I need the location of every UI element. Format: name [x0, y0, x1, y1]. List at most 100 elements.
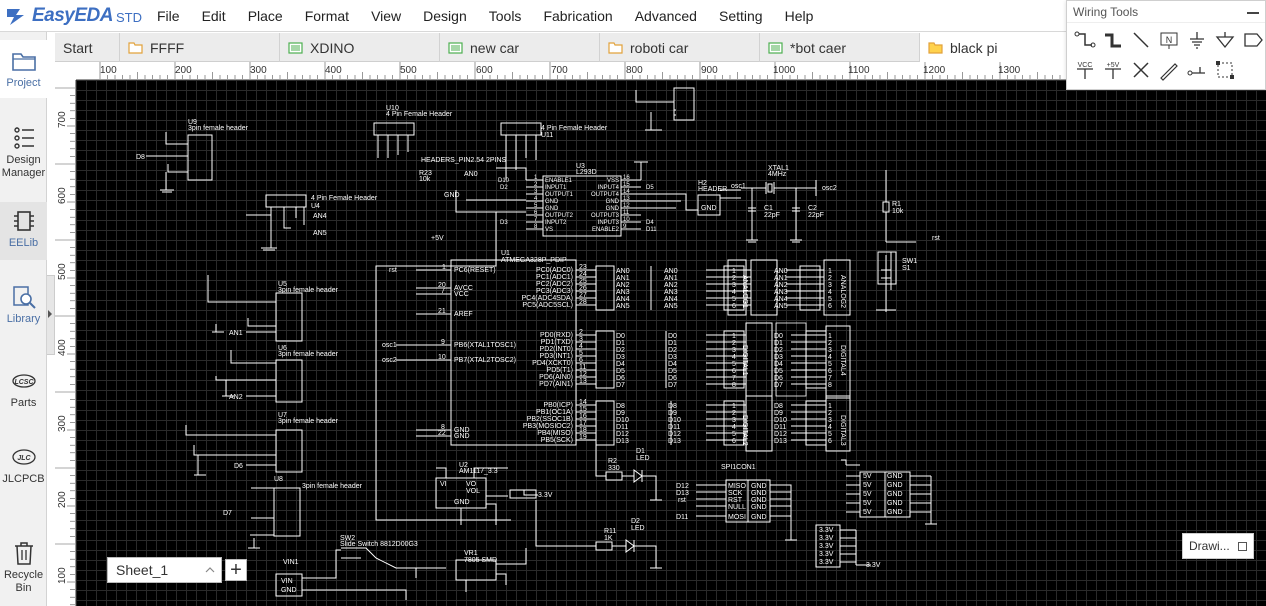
- menu-place[interactable]: Place: [237, 0, 294, 32]
- net-flag-gnd-tool[interactable]: [1183, 25, 1211, 55]
- rail-gnd-label: GND: [887, 491, 903, 498]
- u3-pin-number: 14: [623, 189, 630, 195]
- app-logo[interactable]: EasyEDA STD: [0, 0, 146, 32]
- mcu-net-label: D13: [616, 438, 629, 445]
- vr1-desc: 7805 SMD: [464, 557, 497, 564]
- tab-new-car[interactable]: new car: [440, 33, 600, 62]
- easyeda-logo-icon: [7, 8, 24, 25]
- drawing-tools-button[interactable]: Drawi...: [1182, 533, 1254, 559]
- mcu-pin-name: PB0(ICP): [543, 402, 573, 409]
- sidebar-item-project[interactable]: Project: [0, 40, 47, 98]
- u3-net-label: D5: [646, 185, 654, 191]
- mcu-pin: 7: [441, 288, 445, 295]
- net-flag-plus5v-tool[interactable]: +5V: [1099, 55, 1127, 85]
- menu-help[interactable]: Help: [774, 0, 825, 32]
- menu-view[interactable]: View: [360, 0, 412, 32]
- mcu-name: ATMEGA328P_PDIP: [501, 257, 567, 264]
- sidebar-item-jlcpcb[interactable]: JLC JLCPCB: [0, 444, 47, 486]
- mcu-net-label: AN5: [616, 303, 630, 310]
- tab-roboti-car[interactable]: roboti car: [600, 33, 760, 62]
- mcu-net-label: D10: [616, 417, 629, 424]
- sidebar-item-parts[interactable]: LCSC Parts: [0, 368, 47, 410]
- spi-gnd: GND: [751, 483, 767, 490]
- sidebar-item-design-manager[interactable]: Design Manager: [0, 125, 47, 180]
- u5-desc: 3pin female header: [278, 287, 339, 294]
- wiring-tools-panel: Wiring Tools N VCC +5V: [1066, 0, 1266, 90]
- menu-advanced[interactable]: Advanced: [624, 0, 708, 32]
- mcu-pin-name: PD5(T1): [547, 367, 573, 374]
- tab-start[interactable]: Start: [55, 33, 120, 62]
- menu-file[interactable]: File: [146, 0, 191, 32]
- menu-fabrication[interactable]: Fabrication: [532, 0, 623, 32]
- header-net-label: AN4: [664, 296, 678, 303]
- menu-format[interactable]: Format: [294, 0, 360, 32]
- tab-black-pi[interactable]: black pi: [920, 33, 1066, 62]
- spi-net: D12: [676, 483, 689, 490]
- mcu-pin-name: AREF: [454, 311, 473, 318]
- ruler-label: 100: [100, 65, 117, 76]
- menu-tools[interactable]: Tools: [478, 0, 533, 32]
- mcu-osc1-net: osc1: [382, 342, 397, 349]
- sidebar-item-label: Parts: [10, 397, 37, 409]
- minimize-icon[interactable]: [1247, 11, 1259, 14]
- mcu-net-label: D2: [616, 347, 625, 354]
- ruler-label: 300: [57, 415, 68, 432]
- add-sheet-button[interactable]: +: [225, 559, 247, 581]
- sidebar-collapse-handle[interactable]: [47, 275, 55, 355]
- pin-tool[interactable]: [1183, 55, 1211, 85]
- voltage-probe-tool[interactable]: [1155, 55, 1183, 85]
- mcu-pin-name: PC6(RESET): [454, 267, 496, 274]
- header-pin-number: 5: [732, 431, 736, 438]
- net-port-tool[interactable]: [1239, 25, 1266, 55]
- mcu-net-label: D12: [616, 431, 629, 438]
- tab-xdino[interactable]: XDINO: [280, 33, 440, 62]
- header-net-label: D3: [668, 354, 677, 361]
- u3-pin-name: INPUT2: [545, 220, 567, 226]
- mcu-pin-number: 11: [579, 364, 586, 371]
- no-connect-tool[interactable]: [1127, 55, 1155, 85]
- header-net-label: AN5: [774, 303, 788, 310]
- sheet-tab[interactable]: Sheet_1: [107, 557, 222, 583]
- svg-text:+5V: +5V: [1107, 62, 1120, 69]
- header-net-label: D2: [774, 347, 783, 354]
- group-tool[interactable]: [1211, 55, 1239, 85]
- mcu-net-label: D0: [616, 333, 625, 340]
- u3-pin-number: 11: [623, 210, 630, 216]
- header-net-label: AN5: [664, 303, 678, 310]
- net-flag-vcc-tool[interactable]: VCC: [1071, 55, 1099, 85]
- tab-ffff[interactable]: FFFF: [120, 33, 280, 62]
- mcu-pin-name: PD7(AIN1): [539, 381, 573, 388]
- sidebar-item-library[interactable]: Library: [0, 284, 47, 326]
- menu-edit[interactable]: Edit: [191, 0, 237, 32]
- chevron-up-icon[interactable]: [205, 566, 215, 574]
- rail-5v-label: 5V: [863, 491, 872, 498]
- ruler-label: 600: [476, 65, 493, 76]
- bus-entry-tool[interactable]: [1127, 25, 1155, 55]
- header-net-label: AN3: [774, 289, 788, 296]
- menu-setting[interactable]: Setting: [708, 0, 774, 32]
- ruler-label: 800: [626, 65, 643, 76]
- design-manager-icon: [13, 127, 34, 149]
- d2-ref: D2: [631, 518, 640, 525]
- mcu-pin-number: 14: [579, 399, 587, 406]
- u3-pin-number: 12: [623, 203, 630, 209]
- menu-design[interactable]: Design: [412, 0, 478, 32]
- bus-tool[interactable]: [1099, 25, 1127, 55]
- tab-bot-caer[interactable]: *bot caer: [760, 33, 920, 62]
- net-flag-triangle-tool[interactable]: [1211, 25, 1239, 55]
- ruler-left[interactable]: 700 600 500 400 300 200 100: [55, 80, 76, 606]
- ruler-label: 400: [325, 65, 342, 76]
- sidebar-item-eelib[interactable]: EELib: [0, 202, 47, 260]
- schematic-drawing[interactable]: U1 ATMEGA328P_PDIP +5V rst osc1 osc2 1 P…: [76, 80, 1266, 606]
- wiring-tools-header[interactable]: Wiring Tools: [1067, 1, 1265, 23]
- sidebar-item-recycle-bin[interactable]: Recycle Bin: [0, 540, 47, 595]
- spi-pin: MISO: [728, 483, 746, 490]
- header-net-label: AN0: [774, 268, 788, 275]
- wire-tool[interactable]: [1071, 25, 1099, 55]
- spi-net: rst: [678, 497, 686, 504]
- u4-ref: U4: [311, 203, 320, 210]
- spi-pin: RST: [728, 497, 743, 504]
- u3-net-label: D10: [498, 178, 510, 184]
- net-label-tool[interactable]: N: [1155, 25, 1183, 55]
- header-pin-number: 6: [732, 368, 736, 375]
